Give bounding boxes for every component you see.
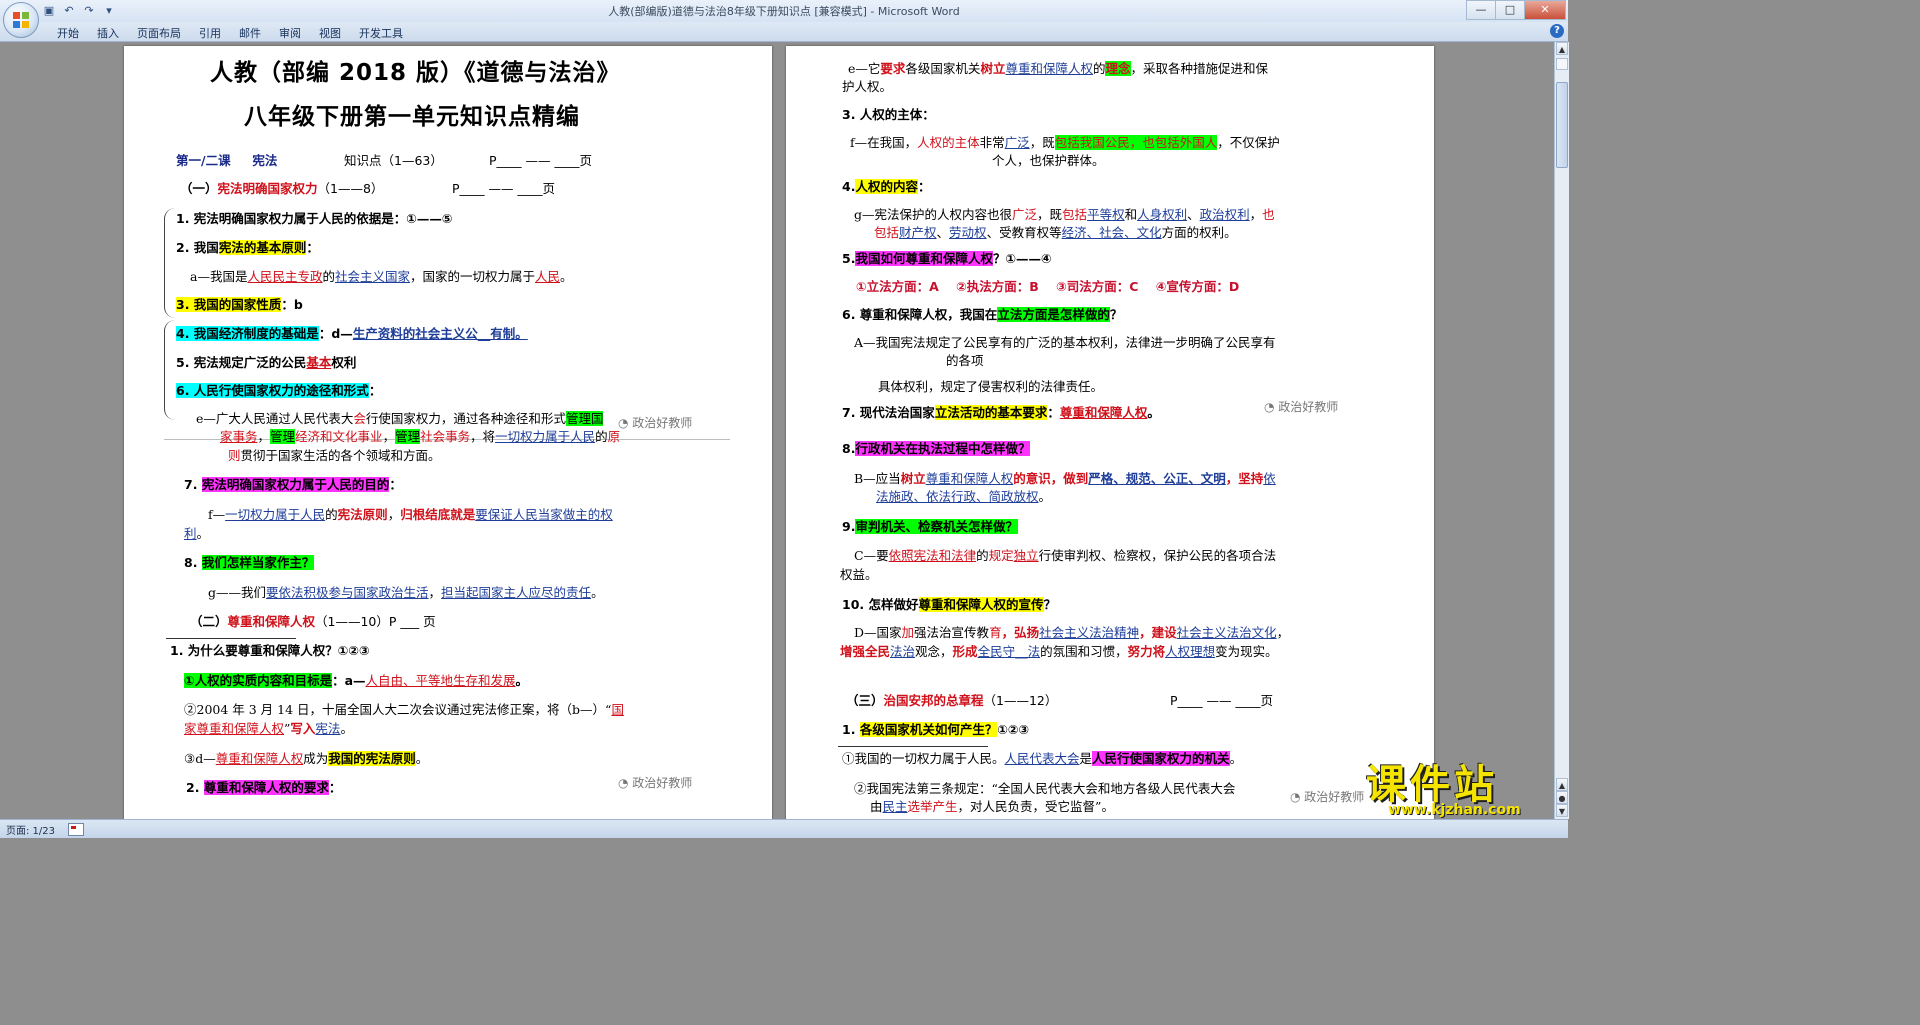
answer-f-line-2: 个人，也保护群体。 <box>992 153 1105 168</box>
answer-D-line-2: 增强全民法治观念，形成全民守__法的氛围和习惯，努力将人权理想变为现实。 <box>840 644 1278 659</box>
answer-g-line-2: 包括财产权、劳动权、受教育权等经济、社会、文化方面的权利。 <box>874 225 1237 240</box>
view-ruler-button[interactable] <box>1556 58 1568 70</box>
question-9: 9.审判机关、检察机关怎样做？ <box>842 519 1018 534</box>
point-2-line-1: ②我国宪法第三条规定：“全国人民代表大会和地方各级人民代表大会 <box>854 781 1236 796</box>
reason-1: ①人权的实质内容和目标是：a—人自由、平等地生存和发展。 <box>184 673 529 688</box>
reason-2-line-1: ②2004 年 3 月 14 日，十届全国人大二次会议通过宪法修正案，将（b—）… <box>184 702 624 717</box>
answer-e-line-2: 家事务，管理经济和文化事业，管理社会事务，将一切权力属于人民的原 <box>220 429 621 444</box>
page-ref: P____ —— ____页 <box>489 153 592 168</box>
ribbon: 开始 插入 页面布局 引用 邮件 审阅 视图 开发工具 ? <box>0 22 1568 42</box>
minimize-button[interactable]: — <box>1466 0 1496 20</box>
scrollbar-thumb[interactable] <box>1556 82 1568 168</box>
office-button[interactable] <box>3 2 39 38</box>
point-1: ①我国的一切权力属于人民。人民代表大会是人民行使国家权力的机关。 <box>842 751 1243 766</box>
page-indicator[interactable]: 页面: 1/23 <box>6 822 55 837</box>
tab-references[interactable]: 引用 <box>190 24 230 42</box>
watermark-1: ◔ 政治好教师 <box>618 416 693 430</box>
office-logo-icon <box>13 12 29 28</box>
answer-e-line-1: e—它要求各级国家机关树立尊重和保障人权的理念，采取各种措施促进和保 <box>848 61 1269 76</box>
document-page-1[interactable]: 人教（部编 2018 版）《道德与法治》 八年级下册第一单元知识点精编 第一/二… <box>124 46 772 819</box>
answer-a: a—我国是人民民主专政的社会主义国家，国家的一切权力属于人民。 <box>190 269 573 284</box>
window-controls: — □ ✕ <box>1466 0 1566 20</box>
answer-g: g——我们要依法积极参与国家政治生活，担当起国家主人应尽的责任。 <box>208 585 604 600</box>
scroll-up-arrow-icon[interactable]: ▲ <box>1556 42 1568 55</box>
answer-f-line-2: 利。 <box>184 526 210 541</box>
tab-insert[interactable]: 插入 <box>88 24 128 42</box>
point-2-line-2: 由民主选举产生，对人民负责，受它监督”。 <box>870 799 1114 814</box>
section-2-heading: （二）尊重和保障人权（1——10）P ___ 页 <box>190 614 436 629</box>
answer-B-line-2: 法施政、依法行政、简政放权。 <box>876 489 1052 504</box>
tab-review[interactable]: 审阅 <box>270 24 310 42</box>
document-page-2[interactable]: e—它要求各级国家机关树立尊重和保障人权的理念，采取各种措施促进和保 护人权。 … <box>786 46 1434 819</box>
answer-e-line-3: 则贯彻于国家生活的各个领域和方面。 <box>228 448 441 463</box>
vertical-scrollbar[interactable]: ▲ ▲ ● ▼ <box>1554 42 1569 819</box>
reason-3: ③d—尊重和保障人权成为我国的宪法原则。 <box>184 751 429 766</box>
tab-developer[interactable]: 开发工具 <box>350 24 412 42</box>
document-subtitle: 八年级下册第一单元知识点精编 <box>244 104 580 130</box>
tab-page-layout[interactable]: 页面布局 <box>128 24 190 42</box>
question-3: 3. 我国的国家性质：b <box>176 297 303 312</box>
document-area[interactable]: 人教（部编 2018 版）《道德与法治》 八年级下册第一单元知识点精编 第一/二… <box>0 42 1554 819</box>
question-2-2: 2. 尊重和保障人权的要求： <box>186 780 342 795</box>
question-4: 4.人权的内容： <box>842 179 931 194</box>
aspects-list: ①立法方面：A ②执法方面：B ③司法方面：C ④宣传方面：D <box>856 279 1240 294</box>
question-3-1: 1. 各级国家机关如何产生？①②③ <box>842 722 1030 737</box>
brand-url: www.kjzhan.com <box>1388 802 1521 818</box>
ribbon-tabs: 开始 插入 页面布局 引用 邮件 审阅 视图 开发工具 <box>48 24 412 42</box>
document-title: 人教（部编 2018 版）《道德与法治》 <box>210 60 621 86</box>
lesson-heading: 第一/二课 宪法 <box>176 153 278 168</box>
answer-A-line-3: 具体权利，规定了侵害权利的法律责任。 <box>878 379 1104 394</box>
brace-1 <box>164 208 175 318</box>
question-2: 2. 我国宪法的基本原则： <box>176 240 319 255</box>
answer-A-line-2: 的各项 <box>946 353 984 368</box>
answer-f-line-1: f—在我国，人权的主体非常广泛，既包括我国公民，也包括外国人，不仅保护 <box>850 135 1280 150</box>
help-button[interactable]: ? <box>1550 24 1564 38</box>
answer-C-line-1: C—要依照宪法和法律的规定独立行使审判权、检察权，保护公民的各项合法 <box>854 548 1277 563</box>
reason-2-line-2: 家尊重和保障人权”写入宪法。 <box>184 721 353 736</box>
tab-view[interactable]: 视图 <box>310 24 350 42</box>
answer-A-line-1: A—我国宪法规定了公民享有的广泛的基本权利，法律进一步明确了公民享有 <box>854 335 1276 350</box>
watermark-4: ◔ 政治好教师 <box>1290 790 1365 804</box>
brand-watermark: 课件站 www.kjzhan.com <box>1358 752 1568 822</box>
section-1-page-ref: P____ —— ____页 <box>452 181 555 196</box>
tab-mailings[interactable]: 邮件 <box>230 24 270 42</box>
answer-f-line-1: f—一切权力属于人民的宪法原则，归根结底就是要保证人民当家做主的权 <box>208 507 613 522</box>
question-5: 5. 宪法规定广泛的公民基本权利 <box>176 355 357 370</box>
maximize-button[interactable]: □ <box>1495 0 1525 20</box>
question-8: 8.行政机关在执法过程中怎样做？ <box>842 441 1031 456</box>
tab-home[interactable]: 开始 <box>48 24 88 42</box>
answer-g-line-1: g—宪法保护的人权内容也很广泛，既包括平等权和人身权利、政治权利，也 <box>854 207 1275 222</box>
close-button[interactable]: ✕ <box>1524 0 1566 20</box>
watermark-2: ◔ 政治好教师 <box>618 776 693 790</box>
question-6: 6. 尊重和保障人权，我国在立法方面是怎样做的？ <box>842 307 1123 322</box>
answer-D-line-1: D—国家加强法治宣传教育，弘扬社会主义法治精神，建设社会主义法治文化， <box>854 625 1290 640</box>
window-title: 人教(部编版)道德与法治8年级下册知识点 [兼容模式] - Microsoft … <box>608 5 960 18</box>
section-1-heading: （一）宪法明确国家权力（1——8） <box>180 181 384 196</box>
points-range: 知识点（1—63） <box>344 153 443 168</box>
question-10: 10. 怎样做好尊重和保障人权的宣传？ <box>842 597 1057 612</box>
title-bar: ▣ ↶ ↷ ▾ 人教(部编版)道德与法治8年级下册知识点 [兼容模式] - Mi… <box>0 0 1568 23</box>
watermark-3: ◔ 政治好教师 <box>1264 400 1339 414</box>
question-7: 7. 宪法明确国家权力属于人民的目的： <box>184 477 402 492</box>
brace-2 <box>164 320 175 420</box>
proofing-icon[interactable] <box>68 823 84 836</box>
question-7: 7. 现代法治国家立法活动的基本要求：尊重和保障人权。 <box>842 405 1160 420</box>
question-8: 8. 我们怎样当家作主？ <box>184 555 315 570</box>
status-bar: 页面: 1/23 <box>0 819 1568 838</box>
question-3: 3. 人权的主体： <box>842 107 935 122</box>
question-1: 1. 宪法明确国家权力属于人民的依据是：①——⑤ <box>176 211 453 226</box>
answer-e-line-2: 护人权。 <box>842 79 893 94</box>
section-3-page-ref: P____ —— ____页 <box>1170 693 1273 708</box>
answer-e-line-1: e—广大人民通过人民代表大会行使国家权力，通过各种途径和形式管理国 <box>196 411 604 426</box>
answer-C-line-2: 权益。 <box>840 567 878 582</box>
strike-line <box>166 638 296 639</box>
section-3-heading: （三）治国安邦的总章程（1——12） <box>846 693 1058 708</box>
question-4: 4. 我国经济制度的基础是：d—生产资料的社会主义公__有制。 <box>176 326 528 341</box>
question-6: 6. 人民行使国家权力的途径和形式： <box>176 383 382 398</box>
question-5: 5.我国如何尊重和保障人权？①——④ <box>842 251 1052 266</box>
question-2-1: 1. 为什么要尊重和保障人权？①②③ <box>170 643 370 658</box>
answer-B-line-1: B—应当树立尊重和保障人权的意识，做到严格、规范、公正、文明，坚持依 <box>854 471 1276 486</box>
strike-line <box>838 746 988 747</box>
